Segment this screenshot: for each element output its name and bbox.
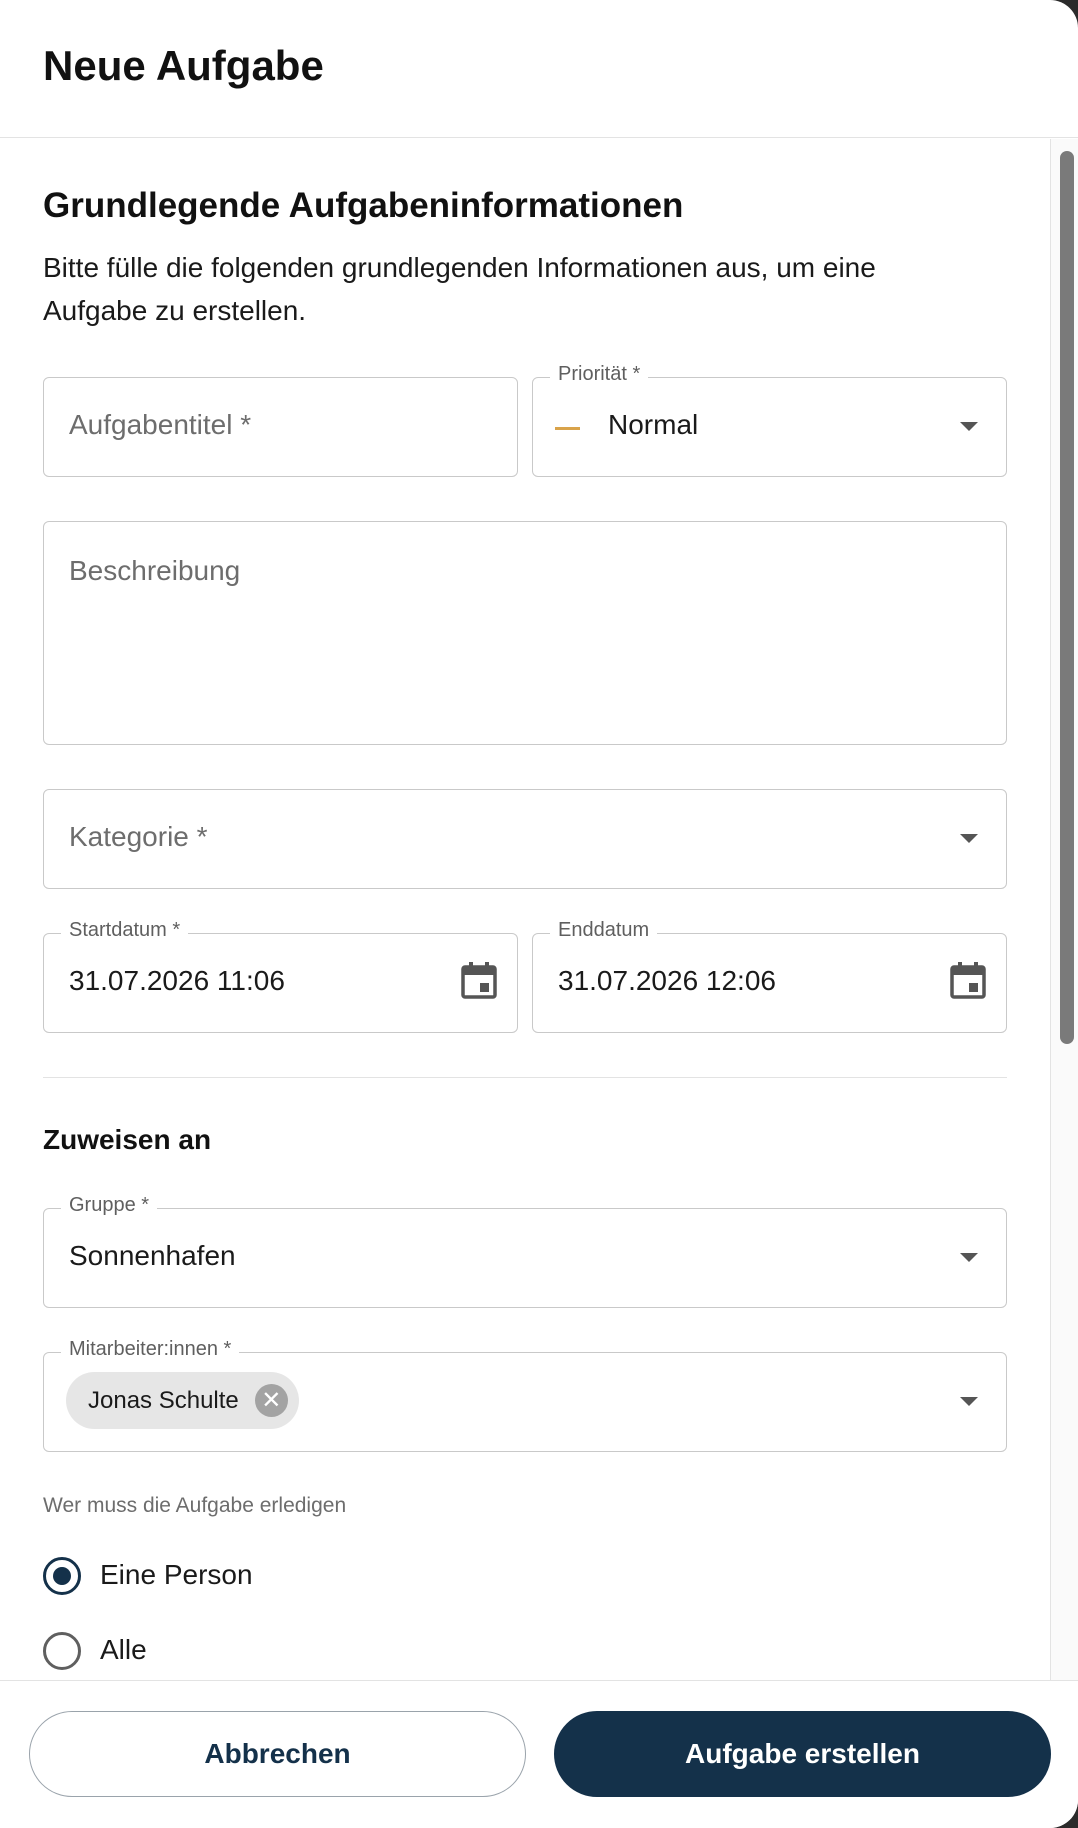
task-title-field[interactable]: Aufgabentitel *	[43, 377, 518, 477]
dialog-footer: Abbrechen Aufgabe erstellen	[0, 1680, 1078, 1828]
new-task-dialog: Neue Aufgabe Grundlegende Aufgabeninform…	[0, 0, 1078, 1828]
priority-value: Normal	[608, 409, 699, 440]
employees-select[interactable]: Mitarbeiter:innen * Jonas Schulte ✕	[43, 1338, 1007, 1452]
category-placeholder: Kategorie *	[69, 821, 208, 852]
completion-label: Wer muss die Aufgabe erledigen	[43, 1494, 347, 1517]
assign-section-title: Zuweisen an	[43, 1124, 212, 1155]
employees-label: Mitarbeiter:innen *	[61, 1338, 240, 1361]
start-date-value: 31.07.2026 11:06	[69, 965, 285, 996]
radio-unchecked-icon[interactable]	[43, 1632, 81, 1670]
description-placeholder: Beschreibung	[69, 555, 241, 586]
category-select[interactable]: Kategorie *	[43, 789, 1007, 889]
chevron-down-icon	[960, 834, 978, 843]
group-select[interactable]: Gruppe * Sonnenhafen	[43, 1194, 1007, 1308]
start-date-field[interactable]: Startdatum * 31.07.2026 11:06	[43, 919, 518, 1033]
radio-one-person-label: Eine Person	[100, 1559, 253, 1590]
chevron-down-icon	[960, 422, 978, 431]
calendar-icon[interactable]	[950, 961, 986, 999]
task-title-placeholder: Aufgabentitel *	[69, 409, 252, 440]
section-divider	[43, 1077, 1007, 1078]
priority-indicator-icon	[555, 427, 580, 430]
radio-all-label: Alle	[100, 1634, 147, 1665]
end-date-field[interactable]: Enddatum 31.07.2026 12:06	[532, 919, 1007, 1033]
scrollbar[interactable]	[1050, 139, 1078, 1680]
end-date-value: 31.07.2026 12:06	[558, 965, 776, 996]
remove-chip-icon[interactable]: ✕	[254, 1384, 288, 1417]
chevron-down-icon	[960, 1397, 978, 1406]
section-description: Bitte fülle die folgenden grundlegenden …	[43, 252, 876, 326]
description-field[interactable]: Beschreibung	[43, 521, 1007, 745]
start-date-label: Startdatum *	[61, 919, 189, 942]
priority-select[interactable]: Priorität * Normal	[532, 363, 1007, 477]
radio-checked-icon[interactable]	[43, 1557, 81, 1595]
employee-chip-label: Jonas Schulte	[88, 1387, 239, 1414]
dialog-title: Neue Aufgabe	[43, 42, 324, 89]
calendar-icon[interactable]	[461, 961, 497, 999]
group-value: Sonnenhafen	[69, 1240, 236, 1271]
end-date-label: Enddatum	[550, 919, 658, 942]
scrollbar-thumb[interactable]	[1060, 151, 1074, 1044]
employee-chip[interactable]: Jonas Schulte ✕	[66, 1372, 299, 1429]
cancel-button[interactable]: Abbrechen	[29, 1711, 526, 1797]
section-title-basic-info: Grundlegende Aufgabeninformationen	[43, 186, 684, 225]
group-label: Gruppe *	[61, 1194, 158, 1217]
chevron-down-icon	[960, 1253, 978, 1262]
create-task-button[interactable]: Aufgabe erstellen	[554, 1711, 1051, 1797]
priority-label: Priorität *	[550, 363, 649, 386]
dialog-header: Neue Aufgabe	[0, 0, 1078, 138]
